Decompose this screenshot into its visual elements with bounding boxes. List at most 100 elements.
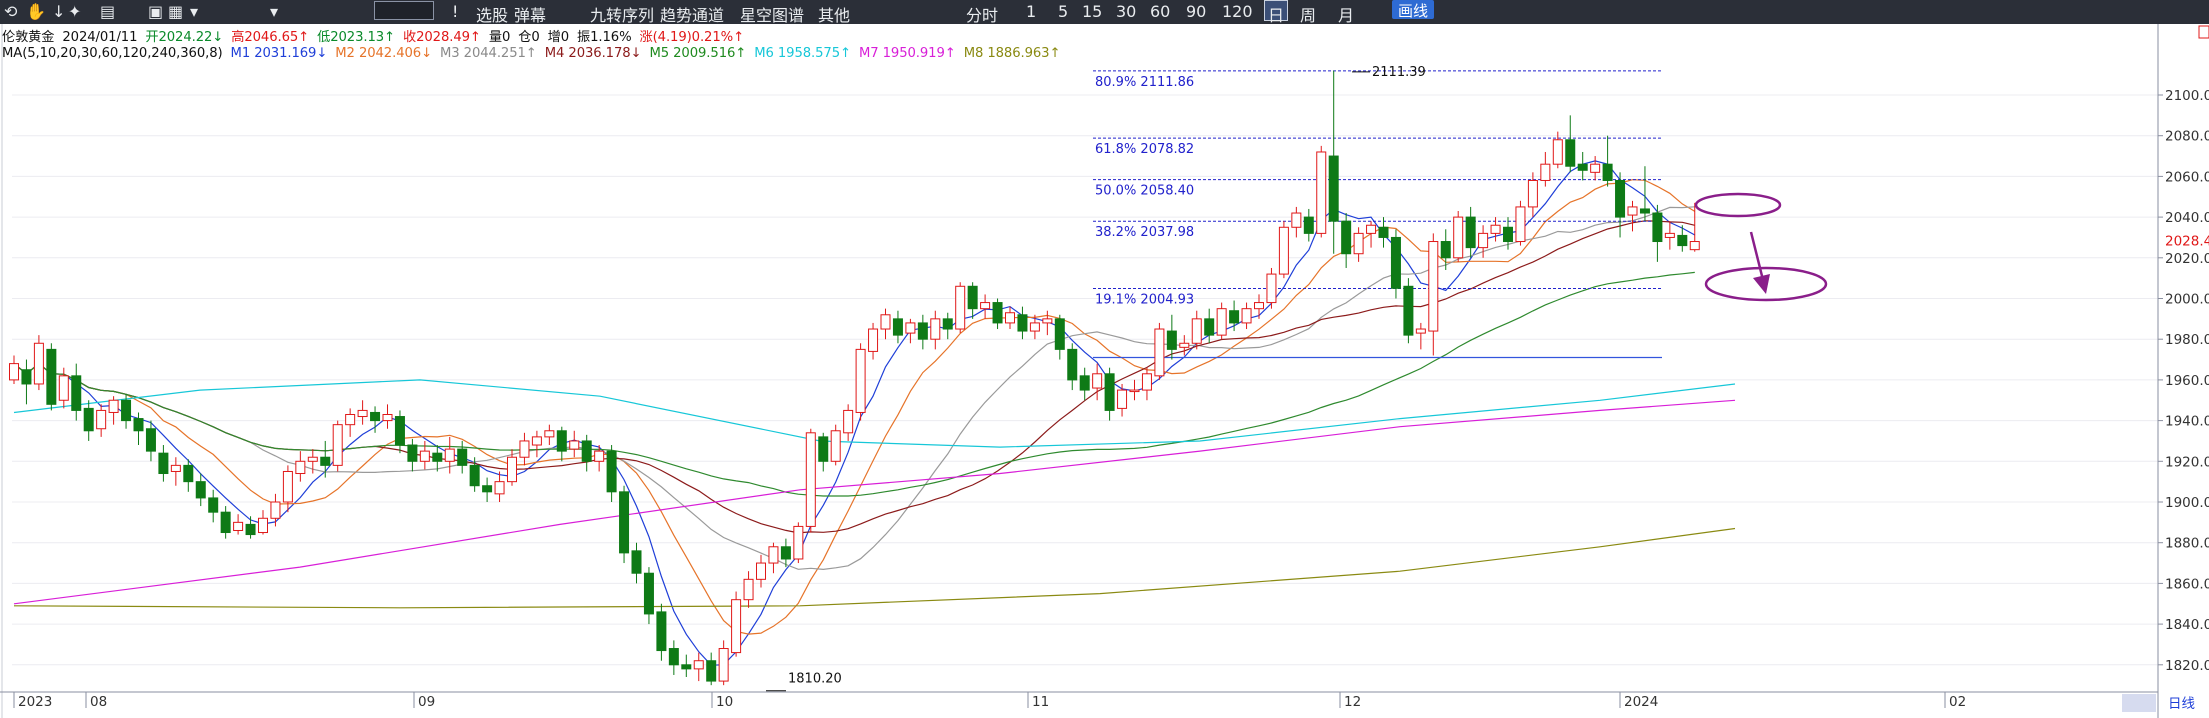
candle-down: [1079, 375, 1090, 391]
candle-up: [905, 322, 916, 334]
candle-up: [1191, 318, 1202, 344]
candle-down: [1017, 314, 1028, 332]
candle-down: [1067, 348, 1078, 381]
candle-down: [643, 572, 654, 615]
candle-down: [245, 523, 256, 536]
candlestick-chart[interactable]: 80.9% 2111.86 61.8% 2078.82 50.0% 2058.40 3…: [0, 0, 2209, 718]
y-tick-label: 1960.00: [2165, 373, 2209, 389]
candle-up: [544, 430, 555, 438]
candle-up: [1216, 308, 1227, 336]
moving-average-lines: [13, 160, 1736, 666]
candle-down: [780, 546, 791, 560]
candle-up: [1527, 179, 1538, 208]
candle-up: [1254, 302, 1264, 310]
candle-down: [482, 485, 493, 493]
candle-down: [818, 436, 829, 462]
x-tick-label: 08: [90, 694, 107, 710]
fib-level-label: 50.0% 2058.40: [1095, 184, 1194, 199]
candle-up: [282, 470, 293, 503]
candle-up: [419, 450, 430, 462]
candle-up: [444, 448, 455, 462]
x-tick-label: 2024: [1624, 694, 1658, 710]
candle-down: [145, 428, 156, 452]
candle-down: [917, 322, 928, 340]
x-tick-label: 12: [1344, 694, 1361, 710]
candle-up: [1005, 312, 1015, 324]
candle-down: [1503, 226, 1513, 243]
y-tick-label: 1880.00: [2165, 536, 2209, 552]
candle-up: [1241, 308, 1252, 324]
candle-down: [71, 375, 82, 411]
fibonacci-levels: 80.9% 2111.86 61.8% 2078.82 50.0% 2058.40 3…: [1093, 70, 1662, 359]
candle-up: [58, 375, 69, 401]
ma-m1-line: [13, 160, 1696, 666]
candle-up: [258, 517, 268, 534]
candle-up: [731, 599, 742, 654]
candle-up: [880, 314, 891, 330]
time-axis: 2023 08 09 10 11 12 2024 02 日线: [0, 691, 2195, 712]
candle-down: [1465, 216, 1476, 249]
candle-down: [1390, 236, 1401, 289]
candle-down: [1577, 163, 1588, 171]
fib-level-label: 38.2% 2037.98: [1095, 225, 1194, 240]
candle-up: [357, 409, 368, 418]
x-tick-label: 11: [1032, 694, 1049, 710]
candle-down: [370, 411, 381, 422]
candle-down: [1602, 163, 1613, 181]
candle-up: [1291, 212, 1302, 228]
candle-up: [1154, 328, 1165, 377]
candle-down: [706, 660, 717, 682]
candle-down: [220, 511, 231, 534]
candle-down: [681, 664, 692, 670]
candle-up: [1453, 216, 1464, 259]
candle-down: [668, 648, 679, 666]
down-arrow-head: [1753, 274, 1770, 294]
candle-down: [208, 497, 219, 513]
candle-up: [980, 302, 991, 310]
candle-up: [756, 562, 766, 580]
y-tick-label: 2100.00: [2165, 88, 2209, 104]
candle-down: [1166, 330, 1177, 350]
candle-down: [892, 318, 903, 336]
ma-m8-line: [13, 527, 1736, 609]
candle-up: [594, 450, 605, 462]
candle-up: [1490, 224, 1501, 234]
candle-up: [1042, 318, 1053, 324]
candle-up: [1428, 241, 1439, 332]
candle-down: [1054, 318, 1065, 350]
candle-up: [1316, 151, 1327, 234]
candle-down: [432, 452, 443, 462]
candle-down: [158, 452, 169, 475]
candles: [9, 70, 1700, 686]
candle-down: [1341, 220, 1352, 255]
candle-up: [1366, 224, 1377, 234]
candle-up: [569, 440, 580, 450]
candle-up: [1478, 232, 1489, 249]
candle-up: [519, 440, 530, 458]
candle-down: [21, 369, 32, 385]
last-price-label: 2028.49: [2165, 234, 2209, 250]
y-tick-label: 2000.00: [2165, 292, 2209, 308]
candle-up: [9, 363, 19, 381]
candle-up: [295, 460, 306, 475]
candle-up: [270, 501, 281, 519]
candle-up: [955, 285, 966, 330]
candle-down: [1328, 155, 1339, 222]
edge-marker: [2198, 25, 2209, 39]
candle-up: [805, 432, 816, 527]
candle-up: [1092, 373, 1103, 389]
candle-down: [320, 456, 331, 466]
candle-up: [843, 409, 854, 434]
candle-up: [718, 648, 729, 682]
y-tick-label: 1840.00: [2165, 617, 2209, 633]
candle-up: [507, 456, 517, 483]
candle-up: [1278, 226, 1289, 275]
ma-m3-line: [13, 206, 1695, 571]
period-corner-label: 日线: [2168, 696, 2195, 712]
candle-down: [457, 448, 468, 466]
candle-up: [1179, 342, 1190, 348]
candle-down: [606, 450, 617, 493]
candle-up: [307, 456, 318, 462]
candle-down: [1652, 212, 1663, 243]
candle-up: [332, 424, 343, 466]
